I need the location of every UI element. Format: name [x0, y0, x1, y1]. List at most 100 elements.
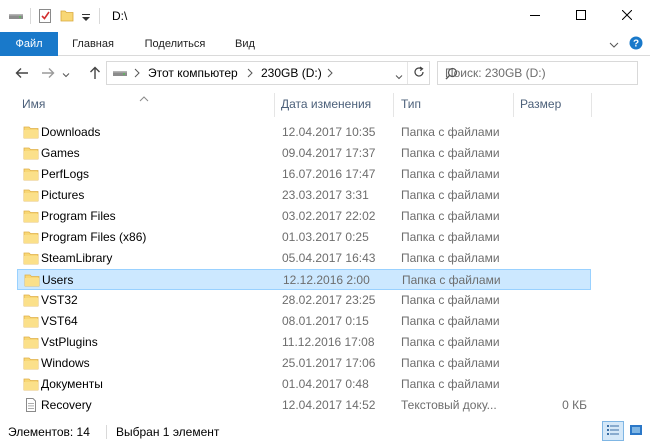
chevron-down-icon [609, 37, 619, 51]
file-row[interactable]: Downloads 12.04.2017 10:35 Папка с файлами [17, 122, 591, 143]
tab-home[interactable]: Главная [62, 32, 124, 56]
file-date: 23.03.2017 3:31 [282, 188, 369, 202]
file-name: Windows [41, 356, 90, 370]
file-type: Папка с файлами [401, 125, 500, 139]
column-header-size[interactable]: Размер [515, 93, 591, 115]
recent-locations-button[interactable] [60, 64, 72, 84]
drive-icon[interactable] [8, 8, 24, 24]
file-name: Downloads [41, 125, 101, 139]
large-icons-view-button[interactable] [625, 421, 647, 441]
file-type: Папка с файлами [401, 209, 500, 223]
file-row[interactable]: Users 12.12.2016 2:00 Папка с файлами [17, 269, 591, 290]
column-header-type[interactable]: Тип [396, 93, 513, 115]
address-bar[interactable]: Этот компьютер 230GB (D:) [106, 61, 430, 85]
file-date: 09.04.2017 17:37 [282, 146, 376, 160]
file-date: 08.01.2017 0:15 [282, 314, 369, 328]
folder-icon [24, 273, 40, 287]
close-icon [621, 9, 633, 23]
chevron-right-icon[interactable] [134, 67, 144, 79]
chevron-right-icon[interactable] [327, 67, 337, 79]
file-row[interactable]: PerfLogs 16.07.2016 17:47 Папка с файлами [17, 164, 591, 185]
folder-icon [23, 167, 39, 181]
expand-ribbon-button[interactable] [606, 36, 622, 52]
search-input[interactable]: Поиск: 230GB (D:) [437, 61, 638, 85]
details-view-icon [606, 424, 620, 439]
quick-access-toolbar [8, 7, 106, 25]
file-name: Program Files [41, 209, 116, 223]
file-type: Папка с файлами [401, 251, 500, 265]
file-name: PerfLogs [41, 167, 90, 181]
chevron-down-icon [395, 69, 403, 83]
file-date: 01.04.2017 0:48 [282, 377, 369, 391]
properties-icon[interactable] [37, 8, 53, 24]
customize-toolbar-icon[interactable] [79, 8, 93, 24]
folder-icon [23, 377, 39, 391]
file-row[interactable]: Recovery 12.04.2017 14:52 Текстовый доку..… [17, 395, 591, 416]
file-name: Games [41, 146, 80, 160]
file-name: Pictures [41, 188, 85, 202]
arrow-right-icon [41, 67, 55, 82]
file-date: 03.02.2017 22:02 [282, 209, 376, 223]
file-row[interactable]: VST32 28.02.2017 23:25 Папка с файлами [17, 290, 591, 311]
forward-button[interactable] [38, 64, 58, 84]
chevron-down-icon [62, 67, 70, 81]
breadcrumb-this-pc[interactable]: Этот компьютер [148, 66, 238, 80]
file-row[interactable]: Windows 25.01.2017 17:06 Папка с файлами [17, 353, 591, 374]
column-header-name[interactable]: Имя [17, 93, 274, 115]
file-row[interactable]: VstPlugins 11.12.2016 17:08 Папка с файлам… [17, 332, 591, 353]
file-row[interactable]: Pictures 23.03.2017 3:31 Папка с файлами [17, 185, 591, 206]
up-button[interactable] [85, 64, 105, 84]
file-type: Папка с файлами [401, 167, 500, 181]
folder-icon [23, 230, 39, 244]
file-type: Папка с файлами [401, 230, 500, 244]
svg-text:?: ? [633, 38, 639, 49]
column-header-date[interactable]: Дата изменения [276, 93, 393, 115]
help-button[interactable]: ? [628, 36, 644, 52]
folder-icon [23, 125, 39, 139]
folder-icon [23, 293, 39, 307]
folder-icon [23, 335, 39, 349]
status-bar: Элементов: 14 Выбран 1 элемент [0, 420, 650, 444]
selection-count: Выбран 1 элемент [116, 425, 220, 439]
file-date: 05.04.2017 16:43 [282, 251, 376, 265]
file-date: 28.02.2017 23:25 [282, 293, 376, 307]
arrow-left-icon [15, 67, 29, 82]
file-row[interactable]: Документы 01.04.2017 0:48 Папка с файлами [17, 374, 591, 395]
tab-file[interactable]: Файл [0, 32, 58, 56]
file-name: VST32 [41, 293, 78, 307]
refresh-button[interactable] [407, 62, 429, 84]
large-icons-view-icon [629, 424, 643, 439]
chevron-right-icon[interactable] [247, 67, 257, 79]
file-type: Папка с файлами [401, 293, 500, 307]
folder-icon [23, 314, 39, 328]
file-type: Папка с файлами [401, 377, 500, 391]
file-row[interactable]: SteamLibrary 05.04.2017 16:43 Папка с файл… [17, 248, 591, 269]
folder-icon [23, 356, 39, 370]
file-type: Текстовый доку... [401, 398, 497, 412]
file-type: Папка с файлами [402, 273, 501, 287]
minimize-icon [530, 9, 540, 23]
minimize-button[interactable] [512, 0, 558, 32]
file-row[interactable]: VST64 08.01.2017 0:15 Папка с файлами [17, 311, 591, 332]
tab-share[interactable]: Поделиться [134, 32, 216, 56]
file-type: Папка с файлами [401, 188, 500, 202]
arrow-up-icon [89, 66, 101, 83]
file-row[interactable]: Program Files (x86) 01.03.2017 0:25 Папка … [17, 227, 591, 248]
maximize-button[interactable] [558, 0, 604, 32]
tab-view[interactable]: Вид [226, 32, 264, 56]
text-document-icon [23, 398, 39, 412]
details-view-button[interactable] [602, 421, 624, 441]
address-history-button[interactable] [395, 69, 403, 83]
back-button[interactable] [12, 64, 32, 84]
file-date: 01.03.2017 0:25 [282, 230, 369, 244]
file-type: Папка с файлами [401, 335, 500, 349]
new-folder-icon[interactable] [59, 8, 75, 24]
file-type: Папка с файлами [401, 356, 500, 370]
close-button[interactable] [604, 0, 650, 32]
breadcrumb-drive-d[interactable]: 230GB (D:) [261, 66, 322, 80]
file-name: Документы [41, 377, 103, 391]
file-row[interactable]: Games 09.04.2017 17:37 Папка с файлами [17, 143, 591, 164]
file-date: 25.01.2017 17:06 [282, 356, 376, 370]
file-name: Recovery [41, 398, 92, 412]
file-row[interactable]: Program Files 03.02.2017 22:02 Папка с фай… [17, 206, 591, 227]
